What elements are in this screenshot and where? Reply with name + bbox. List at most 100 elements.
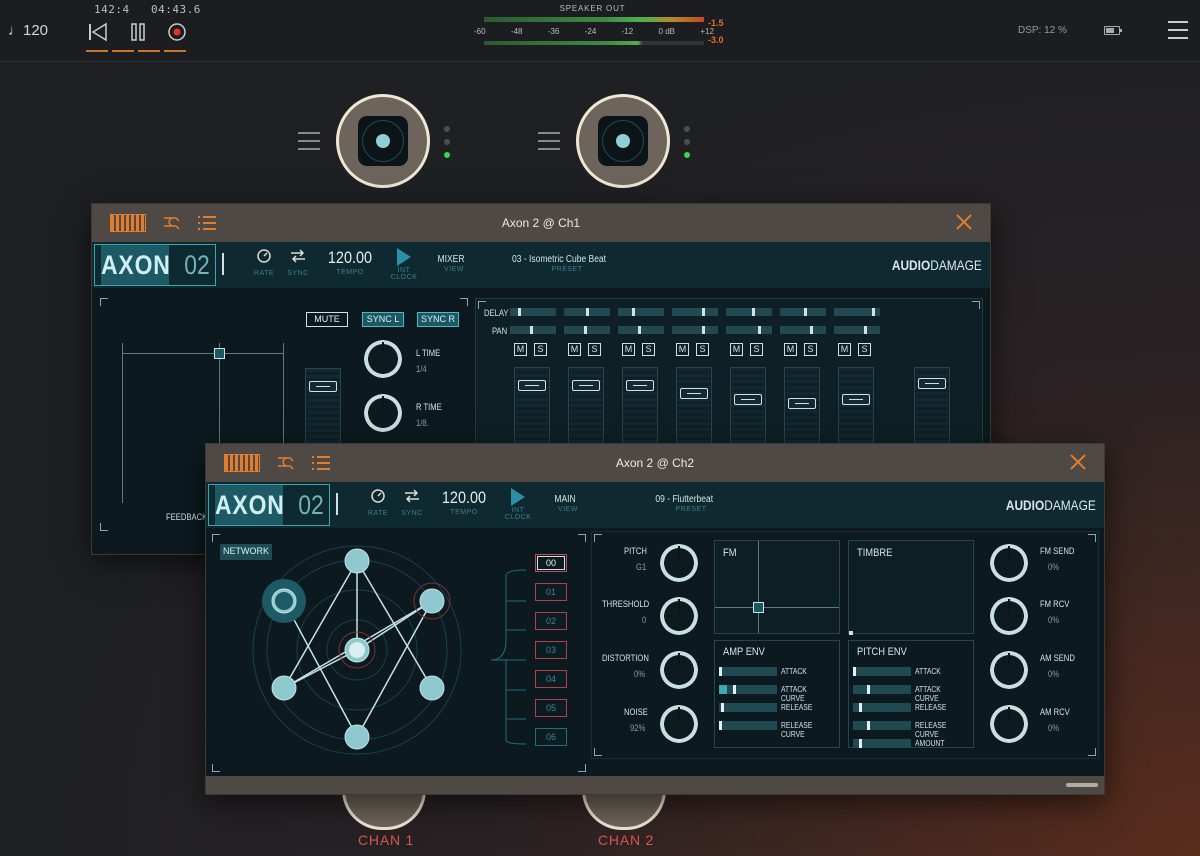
module-menu-icon[interactable]: [538, 132, 560, 156]
pitch-env-slider[interactable]: [853, 685, 911, 694]
distortion-knob[interactable]: [660, 651, 698, 689]
fm-rcv-knob[interactable]: [990, 597, 1028, 635]
mute-toggle[interactable]: M: [676, 343, 689, 356]
peak-right[interactable]: -3.0: [708, 35, 724, 45]
fader-handle[interactable]: [734, 394, 762, 405]
delay-slider[interactable]: [672, 308, 718, 316]
preset-selector[interactable]: 09 - Flutterbeat PRESET: [646, 494, 736, 513]
delay-slider[interactable]: [780, 308, 826, 316]
solo-toggle[interactable]: S: [588, 343, 601, 356]
pitch-knob[interactable]: [660, 544, 698, 582]
window-titlebar[interactable]: Axon 2 @ Ch1: [92, 204, 990, 242]
mute-button[interactable]: MUTE: [306, 312, 348, 327]
module-node-ch1[interactable]: [336, 94, 430, 188]
pan-slider[interactable]: [726, 326, 772, 334]
channel-fader[interactable]: [730, 367, 766, 447]
fader-handle[interactable]: [788, 398, 816, 409]
network-graph[interactable]: [236, 544, 536, 762]
pitch-env-slider[interactable]: [853, 721, 911, 730]
fader-handle[interactable]: [918, 378, 946, 389]
solo-toggle[interactable]: S: [858, 343, 871, 356]
fader-handle[interactable]: [518, 380, 546, 391]
solo-toggle[interactable]: S: [696, 343, 709, 356]
pan-slider[interactable]: [834, 326, 880, 334]
mute-toggle[interactable]: M: [568, 343, 581, 356]
peak-left[interactable]: -1.5: [708, 18, 724, 28]
delay-slider[interactable]: [834, 308, 880, 316]
fm-send-knob[interactable]: [990, 544, 1028, 582]
threshold-knob[interactable]: [660, 597, 698, 635]
rate-control[interactable]: RATE: [252, 248, 276, 277]
int-clock-button[interactable]: INT CLOCK: [498, 488, 538, 521]
mute-toggle[interactable]: M: [784, 343, 797, 356]
close-icon[interactable]: [956, 214, 972, 230]
sync-l-button[interactable]: SYNC L: [362, 312, 404, 327]
pan-slider[interactable]: [672, 326, 718, 334]
delay-slider[interactable]: [510, 308, 556, 316]
window-titlebar[interactable]: Axon 2 @ Ch2: [206, 444, 1104, 482]
am-rcv-knob[interactable]: [990, 705, 1028, 743]
noise-knob[interactable]: [660, 705, 698, 743]
pitch-env-slider[interactable]: [853, 739, 911, 748]
delay-slider[interactable]: [618, 308, 664, 316]
view-selector[interactable]: MIXER VIEW: [434, 254, 474, 273]
master-fader[interactable]: [914, 367, 950, 447]
amp-env-slider[interactable]: [719, 721, 777, 730]
network-slot-00[interactable]: 00: [535, 554, 567, 572]
module-menu-icon[interactable]: [298, 132, 320, 156]
network-slot-06[interactable]: 06: [535, 728, 567, 746]
channel-fader[interactable]: [514, 367, 550, 447]
amp-env-slider[interactable]: [719, 703, 777, 712]
fm-handle[interactable]: [753, 602, 764, 613]
preset-selector[interactable]: 03 - Isometric Cube Beat PRESET: [512, 254, 622, 273]
module-node-ch2[interactable]: [576, 94, 670, 188]
pan-slider[interactable]: [618, 326, 664, 334]
amp-env-slider[interactable]: [719, 667, 777, 676]
mute-toggle[interactable]: M: [514, 343, 527, 356]
sync-control[interactable]: SYNC: [286, 248, 310, 277]
xy-handle[interactable]: [214, 348, 225, 359]
solo-toggle[interactable]: S: [804, 343, 817, 356]
delay-slider[interactable]: [564, 308, 610, 316]
int-clock-button[interactable]: INT CLOCK: [384, 248, 424, 281]
sync-control[interactable]: SYNC: [400, 488, 424, 517]
pitch-env-slider[interactable]: [853, 703, 911, 712]
delay-slider[interactable]: [726, 308, 772, 316]
sync-r-button[interactable]: SYNC R: [417, 312, 459, 327]
network-slot-02[interactable]: 02: [535, 612, 567, 630]
fader-handle[interactable]: [572, 380, 600, 391]
fader-handle[interactable]: [842, 394, 870, 405]
pan-slider[interactable]: [510, 326, 556, 334]
solo-toggle[interactable]: S: [750, 343, 763, 356]
timbre-handle[interactable]: [849, 631, 853, 635]
fader-handle[interactable]: [626, 380, 654, 391]
channel-fader[interactable]: [676, 367, 712, 447]
network-slot-05[interactable]: 05: [535, 699, 567, 717]
close-icon[interactable]: [1070, 454, 1086, 470]
resize-handle[interactable]: [1066, 783, 1098, 787]
pan-slider[interactable]: [780, 326, 826, 334]
mute-toggle[interactable]: M: [622, 343, 635, 356]
mute-toggle[interactable]: M: [838, 343, 851, 356]
main-menu-icon[interactable]: [1168, 21, 1188, 41]
rate-control[interactable]: RATE: [366, 488, 390, 517]
tempo-control[interactable]: 120.00 TEMPO: [438, 488, 490, 516]
network-slot-03[interactable]: 03: [535, 641, 567, 659]
tempo-control[interactable]: 120.00 TEMPO: [324, 248, 376, 276]
channel-fader[interactable]: [838, 367, 874, 447]
tempo-display[interactable]: ♩120: [8, 22, 48, 39]
pan-slider[interactable]: [564, 326, 610, 334]
pitch-env-slider[interactable]: [853, 667, 911, 676]
fader-handle[interactable]: [680, 388, 708, 399]
channel-fader[interactable]: [568, 367, 604, 447]
channel-fader[interactable]: [622, 367, 658, 447]
network-slot-04[interactable]: 04: [535, 670, 567, 688]
timbre-xy-pad[interactable]: TIMBRE: [848, 540, 974, 635]
mute-toggle[interactable]: M: [730, 343, 743, 356]
view-selector[interactable]: MAIN VIEW: [548, 494, 588, 513]
am-send-knob[interactable]: [990, 651, 1028, 689]
fm-xy-pad[interactable]: FM: [714, 540, 840, 634]
network-slot-01[interactable]: 01: [535, 583, 567, 601]
r-time-knob[interactable]: [364, 394, 402, 432]
rewind-icon[interactable]: [88, 22, 108, 42]
